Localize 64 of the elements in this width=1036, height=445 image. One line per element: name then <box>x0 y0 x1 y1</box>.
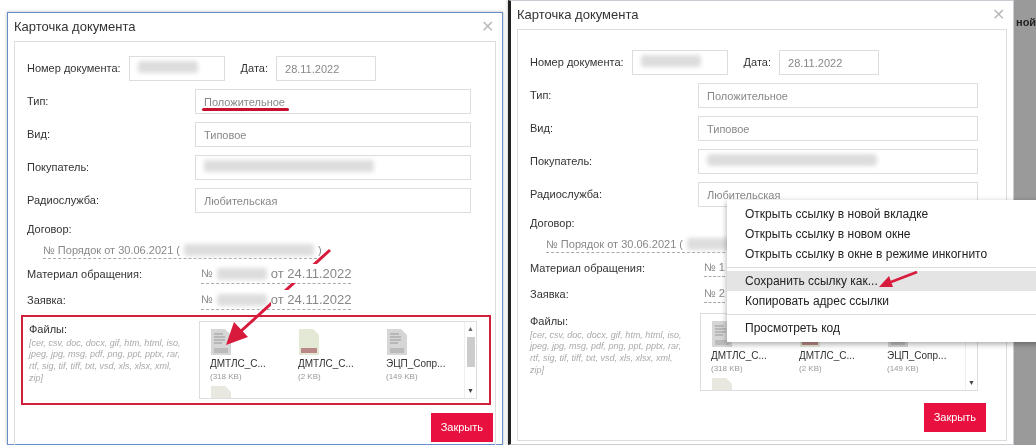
document-link[interactable]: № 1 <box>704 259 725 277</box>
field-value: Типовое <box>707 123 750 135</box>
background-text: ной <box>1015 15 1036 30</box>
menu-item[interactable]: Сохранить ссылку как... <box>727 271 1036 291</box>
document-icon[interactable] <box>210 328 232 356</box>
field-label: Дата: <box>240 61 269 77</box>
field-label: Радиослужба: <box>530 187 603 203</box>
field-label: Файлы: <box>530 314 569 329</box>
file-types-hint: [cer, csv, doc, docx, gif, htm, html, iso, jpeg, jpg, msg, pdf, png, ppt, pptx, rar, rtf, sig, tif, tiff, txt, vsd, xls, xlsx, xml, zip] <box>530 329 682 377</box>
file-name[interactable]: ДМТЛС_С... <box>298 356 366 371</box>
field-label: Покупатель: <box>530 154 594 170</box>
field-value: Положительное <box>707 90 788 102</box>
field-label: Радиослужба: <box>27 193 100 209</box>
text-field[interactable] <box>195 155 471 180</box>
text-field[interactable]: Положительное <box>698 83 978 108</box>
menu-item[interactable]: Открыть ссылку в новой вкладке <box>727 204 1036 224</box>
close-button[interactable]: Закрыть <box>923 403 986 432</box>
field-label: Договор: <box>530 216 575 231</box>
file-types-hint: [cer, csv, doc, docx, gif, htm, html, iso, jpeg, jpg, msg, pdf, png, ppt, pptx, rar, rtf, sig, tif, tiff, txt, vsd, xls, xlsx, xml, zip] <box>29 337 181 385</box>
field-label: Тип: <box>530 88 553 104</box>
text-field[interactable]: Типовое <box>698 116 978 141</box>
file-name[interactable]: ДМТЛС_С... <box>799 348 867 363</box>
field-label: Номер документа: <box>530 55 624 71</box>
field-label: Вид: <box>530 121 554 137</box>
text-field[interactable] <box>698 149 978 174</box>
document-link[interactable]: № 2 <box>704 285 725 303</box>
document-number-field[interactable] <box>631 50 728 75</box>
file-name[interactable]: ЭЦП_Сопр... <box>386 356 454 371</box>
text-field[interactable]: Любительская <box>195 188 471 213</box>
dialog-title: Карточка документа <box>517 6 639 24</box>
field-label: Заявка: <box>27 292 67 308</box>
text-field[interactable]: Положительное <box>195 89 471 114</box>
file-size: (318 KB) <box>210 371 243 383</box>
field-label: Дата: <box>743 55 772 71</box>
field-label: Покупатель: <box>27 160 91 176</box>
field-value: Любительская <box>707 189 781 201</box>
menu-item[interactable]: Копировать адрес ссылки <box>727 291 1036 311</box>
file-name[interactable]: ДМТЛС_С... <box>210 356 278 371</box>
date-field[interactable]: 28.11.2022 <box>779 50 880 75</box>
file-name[interactable]: ДМТЛС_С... <box>711 348 779 363</box>
file-size: (318 KB) <box>711 363 744 375</box>
field-label: Вид: <box>27 127 51 143</box>
contract-link[interactable]: № Порядок от 30.06.2021 ( ) <box>43 241 322 259</box>
file-size: (2 KB) <box>298 371 322 383</box>
field-label: Материал обращения: <box>27 266 143 282</box>
file-icon[interactable] <box>298 328 320 356</box>
file-name[interactable]: ЭЦП_Сопр... <box>887 348 955 363</box>
field-label: Договор: <box>27 222 72 237</box>
field-label: Файлы: <box>29 322 68 337</box>
field-value: Положительное <box>204 96 285 108</box>
document-number-field[interactable] <box>128 56 225 81</box>
date-field[interactable]: 28.11.2022 <box>276 56 377 81</box>
close-button[interactable]: Закрыть <box>430 413 493 442</box>
text-field[interactable]: Типовое <box>195 122 471 147</box>
field-label: Тип: <box>27 94 50 110</box>
file-size: (149 KB) <box>887 363 920 375</box>
field-label: Материал обращения: <box>530 260 646 276</box>
field-value: Любительская <box>204 195 278 207</box>
field-label: Номер документа: <box>27 61 121 77</box>
field-label: Заявка: <box>530 286 570 302</box>
dialog-title: Карточка документа <box>14 18 136 36</box>
file-size: (2 KB) <box>799 363 823 375</box>
file-size: (149 KB) <box>386 371 419 383</box>
field-value: Типовое <box>204 129 247 141</box>
